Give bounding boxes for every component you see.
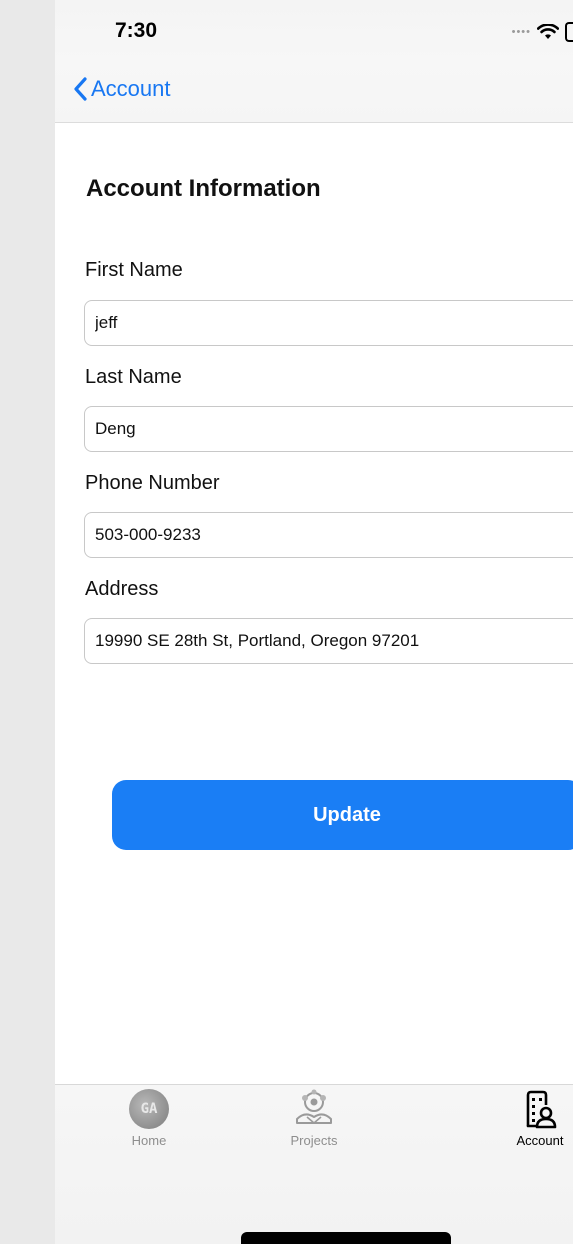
last-name-field[interactable] bbox=[84, 406, 573, 452]
home-indicator[interactable] bbox=[241, 1232, 451, 1244]
battery-icon bbox=[565, 22, 573, 42]
chevron-left-icon bbox=[74, 77, 87, 101]
address-label: Address bbox=[85, 578, 159, 600]
tab-home[interactable]: GA Home bbox=[104, 1089, 194, 1148]
tab-account-label: Account bbox=[516, 1133, 564, 1148]
tab-bar: GA Home Projects Account bbox=[55, 1084, 573, 1244]
last-name-label: Last Name bbox=[85, 366, 182, 388]
tab-projects-label: Projects bbox=[290, 1133, 338, 1148]
navigation-header: 7:30 •••• Account bbox=[55, 0, 573, 123]
account-building-icon bbox=[526, 1090, 557, 1129]
address-field[interactable] bbox=[84, 618, 573, 664]
cellular-signal-icon: •••• bbox=[511, 25, 531, 38]
tab-account[interactable]: Account bbox=[495, 1089, 573, 1148]
left-gutter bbox=[0, 0, 55, 1244]
first-name-label: First Name bbox=[85, 259, 183, 281]
tab-projects[interactable]: Projects bbox=[269, 1089, 359, 1148]
projects-icon bbox=[296, 1089, 332, 1125]
home-logo-text: GA bbox=[140, 1101, 158, 1117]
phone-screen: 7:30 •••• Account Account Information Fi… bbox=[55, 0, 573, 1244]
status-time: 7:30 bbox=[115, 19, 158, 42]
phone-number-label: Phone Number bbox=[85, 472, 220, 494]
back-button-label: Account bbox=[91, 76, 171, 101]
back-button[interactable]: Account bbox=[73, 76, 171, 102]
wifi-icon bbox=[537, 24, 559, 39]
ga-logo-icon: GA bbox=[129, 1089, 169, 1129]
first-name-field[interactable] bbox=[84, 300, 573, 346]
phone-number-field[interactable] bbox=[84, 512, 573, 558]
update-button[interactable]: Update bbox=[112, 780, 573, 850]
tab-home-label: Home bbox=[131, 1133, 167, 1148]
status-indicators: •••• bbox=[512, 22, 573, 42]
page-title: Account Information bbox=[86, 175, 321, 202]
